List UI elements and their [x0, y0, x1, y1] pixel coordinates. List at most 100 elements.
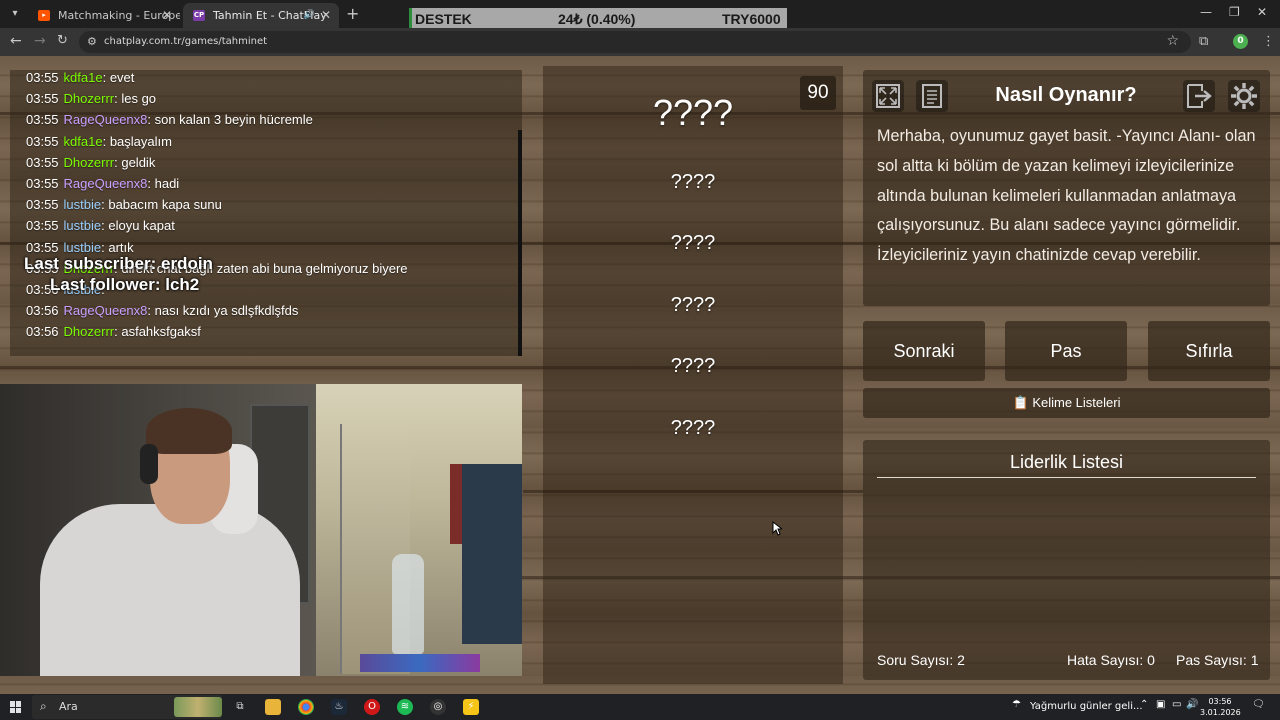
forward-icon[interactable]: → [34, 33, 46, 49]
chat-text: : son kalan 3 beyin hücremle [147, 112, 313, 128]
chat-username[interactable]: RageQueenx8 [64, 176, 148, 191]
word-lists-button[interactable]: 📋 Kelime Listeleri [863, 388, 1270, 418]
cam-monitor [462, 464, 522, 644]
clock-time: 03:56 [1208, 697, 1232, 706]
chat-message: 03:55 kdfa1e: evet [26, 67, 516, 88]
chat-message: 03:55 Dhozerrr: geldik [26, 152, 516, 173]
chat-username[interactable]: Dhozerrr [64, 91, 115, 106]
pass-count: Pas Sayısı: 1 [1176, 652, 1259, 668]
steam-icon[interactable]: ♨ [331, 699, 347, 715]
chat-username[interactable]: lustbie [64, 197, 102, 212]
chat-timestamp: 03:56 [26, 303, 59, 319]
chat-scrollbar[interactable] [518, 130, 522, 356]
cam-headset [140, 444, 158, 484]
file-explorer-icon[interactable] [265, 699, 281, 715]
site-info-icon[interactable]: ⚙ [87, 35, 97, 48]
cam-rgb-keyboard [360, 654, 480, 672]
chat-text: : başlayalım [102, 133, 172, 149]
chat-message: 03:55 lustbie: babacım kapa sunu [26, 194, 516, 215]
weather-text[interactable]: Yağmurlu günler geli... [1030, 694, 1143, 720]
chat-username[interactable]: RageQueenx8 [64, 303, 148, 318]
url-text: chatplay.com.tr/games/tahminet [104, 36, 268, 47]
fullscreen-icon[interactable] [872, 80, 904, 112]
chat-message-list: 03:55 kdfa1e: evet 03:55 Dhozerrr: les go 03… [26, 67, 516, 342]
cam-water-bottle [392, 554, 424, 654]
restore-icon[interactable]: ❐ [1229, 5, 1240, 19]
forbidden-word: ???? [670, 294, 716, 316]
browser-tab-chatplay[interactable]: CP Tahmin Et - ChatPlay 🔊 ✕ [183, 3, 339, 28]
chat-username[interactable]: lustbie [64, 240, 102, 255]
tray-expand-icon[interactable]: ⌃ [1140, 699, 1148, 710]
last-subscriber-overlay: Last subscriber: erdoin [24, 254, 213, 273]
chat-text: : evet [102, 70, 135, 85]
tab-search-icon[interactable]: ▾ [6, 5, 24, 23]
browser-menu-icon[interactable]: ⋮ [1262, 34, 1275, 49]
chat-message: 03:55 kdfa1e: başlayalım [26, 131, 516, 152]
chat-message: 03:55 Dhozerrr: les go [26, 88, 516, 109]
chrome-icon[interactable] [298, 699, 314, 715]
chat-text: : babacım kapa sunu [101, 197, 222, 213]
close-icon[interactable]: ✕ [162, 3, 172, 28]
close-icon[interactable]: ✕ [321, 3, 331, 28]
leaderboard-title: Liderlik Listesi [1009, 452, 1124, 472]
chat-timestamp: 03:55 [26, 239, 59, 255]
browser-tab-matchmaking[interactable]: ▸ Matchmaking - Europe 5v5 Qu ✕ [28, 3, 180, 28]
chat-timestamp: 03:56 [26, 324, 59, 340]
taskbar-search-placeholder: Ara [59, 700, 78, 713]
taskbar-clock[interactable]: 03:56 3.01.2026 [1200, 696, 1241, 718]
question-count: Soru Sayısı: 2 [877, 652, 965, 668]
task-view-icon[interactable]: ⧉ [232, 699, 248, 715]
chat-username[interactable]: kdfa1e [64, 70, 103, 85]
pass-button[interactable]: Pas [1005, 321, 1127, 381]
weather-icon[interactable]: ☂ [1012, 699, 1021, 710]
obs-icon[interactable]: ◎ [430, 699, 446, 715]
chat-timestamp: 03:55 [26, 133, 59, 149]
browser-tab-bar: ▾ ▸ Matchmaking - Europe 5v5 Qu ✕ CP Tah… [0, 0, 1280, 30]
chat-username[interactable]: kdfa1e [64, 134, 103, 149]
forbidden-word: ???? [670, 417, 716, 439]
forbidden-word: ???? [670, 232, 716, 254]
forbidden-word: ???? [670, 355, 716, 377]
chat-text: : geldik [114, 154, 156, 170]
address-bar-row: ← → ↻ ⚙ chatplay.com.tr/games/tahminet ☆… [0, 28, 1280, 56]
minimize-icon[interactable]: — [1200, 5, 1212, 19]
window-close-icon[interactable]: ✕ [1257, 5, 1267, 19]
network-icon[interactable]: ▭ [1172, 699, 1181, 710]
chat-username[interactable]: lustbie [64, 218, 102, 233]
new-tab-button[interactable]: + [346, 4, 359, 23]
chat-text: : artık [101, 239, 134, 255]
spotify-icon[interactable]: ≋ [397, 699, 413, 715]
document-icon[interactable] [916, 80, 948, 112]
chat-text: : nası kzıdı ya sdlşfkdlşfds [147, 303, 299, 319]
bookmark-star-icon[interactable]: ☆ [1166, 33, 1179, 49]
reload-icon[interactable]: ↻ [57, 33, 68, 48]
forbidden-word: ???? [670, 171, 716, 193]
back-icon[interactable]: ← [10, 33, 22, 49]
faceit-icon: ▸ [38, 10, 50, 21]
exit-icon[interactable] [1183, 80, 1215, 112]
extensions-icon[interactable]: ⧉ [1199, 34, 1208, 49]
chat-message: 03:56 RageQueenx8: nası kzıdı ya sdlşfkdl… [26, 300, 516, 321]
chat-message: 03:55 lustbie: eloyu kapat [26, 215, 516, 236]
windows-start-icon[interactable] [10, 701, 22, 713]
chat-username[interactable]: Dhozerrr [64, 324, 115, 339]
chat-text: : eloyu kapat [101, 218, 175, 234]
tray-app-icon[interactable]: ▣ [1156, 699, 1165, 710]
opera-gx-icon[interactable]: O [364, 699, 380, 715]
volume-icon[interactable]: 🔊 [1186, 699, 1198, 710]
notification-icon[interactable]: 🗨 [1252, 699, 1265, 710]
reset-button[interactable]: Sıfırla [1148, 321, 1270, 381]
chat-text: : hadi [147, 175, 180, 191]
url-field[interactable]: ⚙ chatplay.com.tr/games/tahminet ☆ [79, 31, 1191, 53]
next-button[interactable]: Sonraki [863, 321, 985, 381]
settings-gear-icon[interactable] [1228, 80, 1260, 112]
taskbar-search[interactable]: ⌕ Ara [32, 695, 222, 719]
profile-avatar[interactable]: 0 [1233, 34, 1248, 49]
chat-username[interactable]: Dhozerrr [64, 155, 115, 170]
word-lists-label: Kelime Listeleri [1032, 395, 1121, 410]
chat-username[interactable]: RageQueenx8 [64, 112, 148, 127]
app-icon[interactable]: ⚡ [463, 699, 479, 715]
last-follower-overlay: Last follower: lch2 [50, 275, 200, 294]
chat-timestamp: 03:55 [26, 175, 59, 191]
speaker-icon[interactable]: 🔊 [304, 3, 315, 28]
